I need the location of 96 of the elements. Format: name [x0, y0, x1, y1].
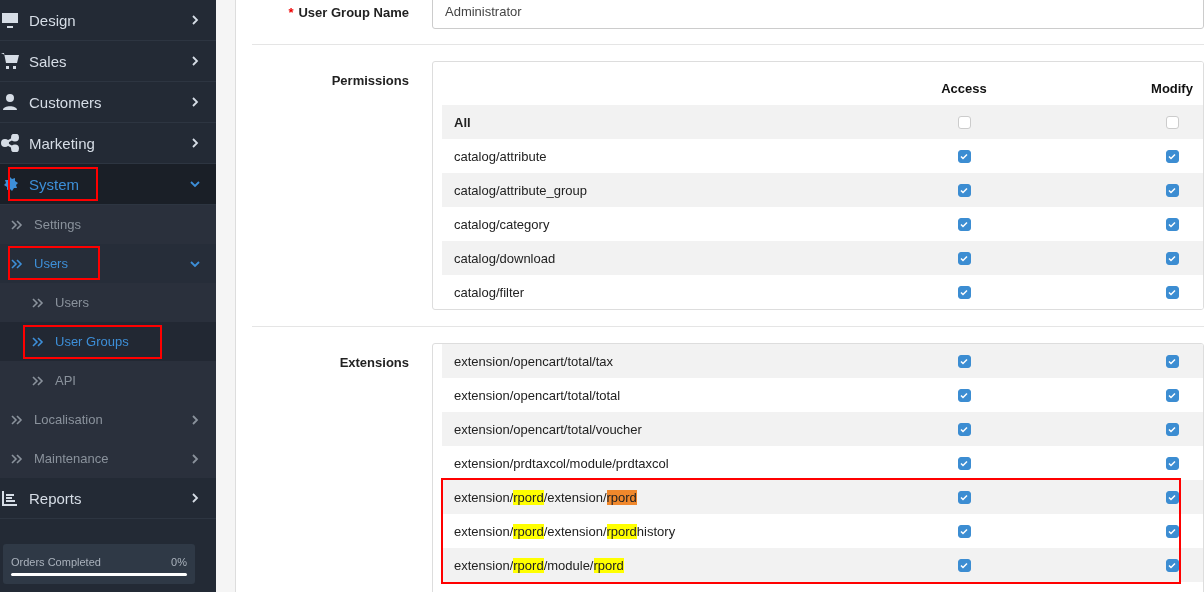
checkbox[interactable] — [1165, 388, 1179, 402]
progress-label: Orders Completed — [11, 556, 101, 568]
check-icon — [960, 288, 968, 296]
checkbox[interactable] — [1165, 490, 1179, 504]
chevron-right-icon — [190, 414, 200, 425]
double-chevron-icon — [11, 414, 23, 425]
checkbox[interactable] — [1165, 285, 1179, 299]
chevron-right-icon — [190, 493, 200, 503]
check-icon — [1168, 254, 1176, 262]
double-chevron-icon — [32, 336, 44, 347]
checkbox[interactable] — [957, 149, 971, 163]
permission-name: extension/opencart/total/total — [453, 387, 622, 403]
checkbox[interactable] — [1165, 115, 1179, 129]
permission-name: catalog/attribute — [453, 148, 548, 164]
checkbox[interactable] — [1165, 354, 1179, 368]
permission-name: All — [453, 114, 472, 130]
submenu-item[interactable]: Maintenance — [0, 439, 216, 478]
check-icon — [1168, 152, 1176, 160]
checkbox[interactable] — [1165, 217, 1179, 231]
check-icon — [1168, 220, 1176, 228]
column-header: Modify — [1150, 81, 1194, 98]
check-icon — [1168, 561, 1176, 569]
check-icon — [960, 527, 968, 535]
chevron-down-icon — [190, 179, 200, 189]
field-label: Permissions — [330, 72, 410, 90]
permission-name: extension/prdtaxcol/module/prdtaxcol — [453, 455, 670, 471]
double-chevron-icon — [11, 258, 23, 269]
chevron-right-icon — [190, 15, 200, 25]
submenu-item[interactable]: API — [0, 361, 216, 400]
permission-name: catalog/download — [453, 250, 557, 266]
double-chevron-icon — [11, 219, 23, 230]
progress-reading: 0% — [171, 556, 187, 568]
check-icon — [1168, 493, 1176, 501]
field-label: Extensions — [338, 354, 410, 372]
chevron-right-icon — [190, 56, 200, 66]
column-header: Access — [940, 81, 988, 98]
check-icon — [1168, 425, 1176, 433]
check-icon — [960, 391, 968, 399]
checkbox[interactable] — [957, 251, 971, 265]
checkbox[interactable] — [1165, 422, 1179, 436]
chevron-down-icon — [190, 258, 200, 269]
check-icon — [960, 493, 968, 501]
checkbox[interactable] — [957, 388, 971, 402]
double-chevron-icon — [32, 297, 44, 308]
permission-name: extension/opencart/total/voucher — [453, 421, 643, 437]
check-icon — [960, 357, 968, 365]
submenu-item[interactable]: Localisation — [0, 400, 216, 439]
checkbox[interactable] — [1165, 251, 1179, 265]
double-chevron-icon — [32, 375, 44, 386]
check-icon — [960, 459, 968, 467]
check-icon — [960, 220, 968, 228]
check-icon — [1168, 357, 1176, 365]
share-icon — [1, 134, 19, 152]
permission-name: catalog/attribute_group — [453, 182, 588, 198]
check-icon — [960, 425, 968, 433]
checkbox[interactable] — [957, 524, 971, 538]
cart-icon — [1, 52, 19, 70]
submenu-item[interactable]: Users — [0, 283, 216, 322]
checkbox[interactable] — [1165, 558, 1179, 572]
checkbox[interactable] — [1165, 524, 1179, 538]
checkbox[interactable] — [1165, 149, 1179, 163]
checkbox[interactable] — [957, 217, 971, 231]
check-icon — [960, 254, 968, 262]
checkbox[interactable] — [957, 558, 971, 572]
menu-item[interactable]: System — [0, 164, 216, 205]
chevron-right-icon — [190, 453, 200, 464]
checkbox[interactable] — [957, 285, 971, 299]
double-chevron-icon — [11, 453, 23, 464]
submenu-item[interactable]: Users — [0, 244, 216, 283]
checkbox[interactable] — [1165, 183, 1179, 197]
check-icon — [960, 152, 968, 160]
checkbox[interactable] — [957, 183, 971, 197]
permission-name: catalog/filter — [453, 284, 526, 300]
bar-list-icon — [1, 489, 19, 507]
permission-name: catalog/category — [453, 216, 551, 232]
checkbox[interactable] — [1165, 456, 1179, 470]
checkbox[interactable] — [957, 490, 971, 504]
check-icon — [1168, 288, 1176, 296]
checkbox[interactable] — [957, 422, 971, 436]
input-field[interactable]: Administrator — [432, 0, 1204, 29]
field-label: * User Group Name — [287, 4, 410, 22]
chevron-right-icon — [190, 97, 200, 107]
chevron-right-icon — [190, 138, 200, 148]
checkbox[interactable] — [957, 354, 971, 368]
checkbox[interactable] — [957, 456, 971, 470]
check-icon — [960, 186, 968, 194]
check-icon — [1168, 459, 1176, 467]
check-icon — [1168, 186, 1176, 194]
submenu-item[interactable]: Settings — [0, 205, 216, 244]
person-icon — [1, 93, 19, 111]
check-icon — [1168, 391, 1176, 399]
monitor-icon — [1, 11, 19, 29]
check-icon — [1168, 527, 1176, 535]
permission-name: extension/opencart/total/tax — [453, 353, 614, 369]
check-icon — [960, 561, 968, 569]
checkbox[interactable] — [957, 115, 971, 129]
